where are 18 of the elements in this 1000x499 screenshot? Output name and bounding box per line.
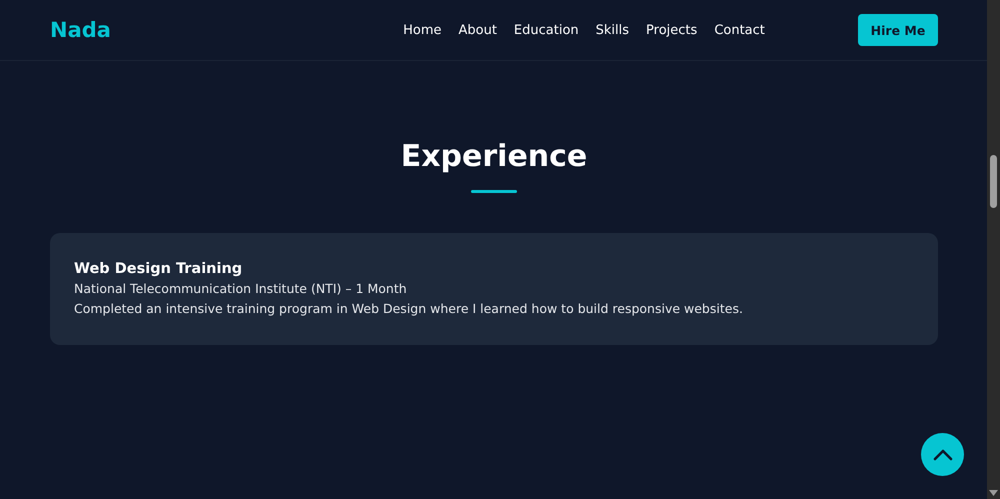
hire-me-button[interactable]: Hire Me [858,14,938,46]
nav-link[interactable]: Home [403,22,442,38]
nav-link[interactable]: Contact [714,22,765,38]
scrollbar-thumb[interactable] [990,155,997,208]
nav-link[interactable]: About [458,22,497,38]
scroll-down-icon[interactable] [989,490,998,496]
nav-link[interactable]: Education [514,22,579,38]
nav-link[interactable]: Skills [596,22,630,38]
experience-subtitle: National Telecommunication Institute (NTI) – 1 Month [74,280,408,298]
section-title: Experience [400,139,588,175]
experience-title: Web Design Training [74,260,244,279]
nav-link[interactable]: Projects [646,22,698,38]
chevron-up-icon [932,448,952,460]
scrollbar[interactable] [987,0,1000,499]
title-underline [471,190,517,193]
logo[interactable]: Nada [50,18,250,42]
experience-description: Completed an intensive training program in Web Design where I learned how to build responsive websites. [74,300,744,318]
scroll-to-top-button[interactable] [921,433,964,476]
